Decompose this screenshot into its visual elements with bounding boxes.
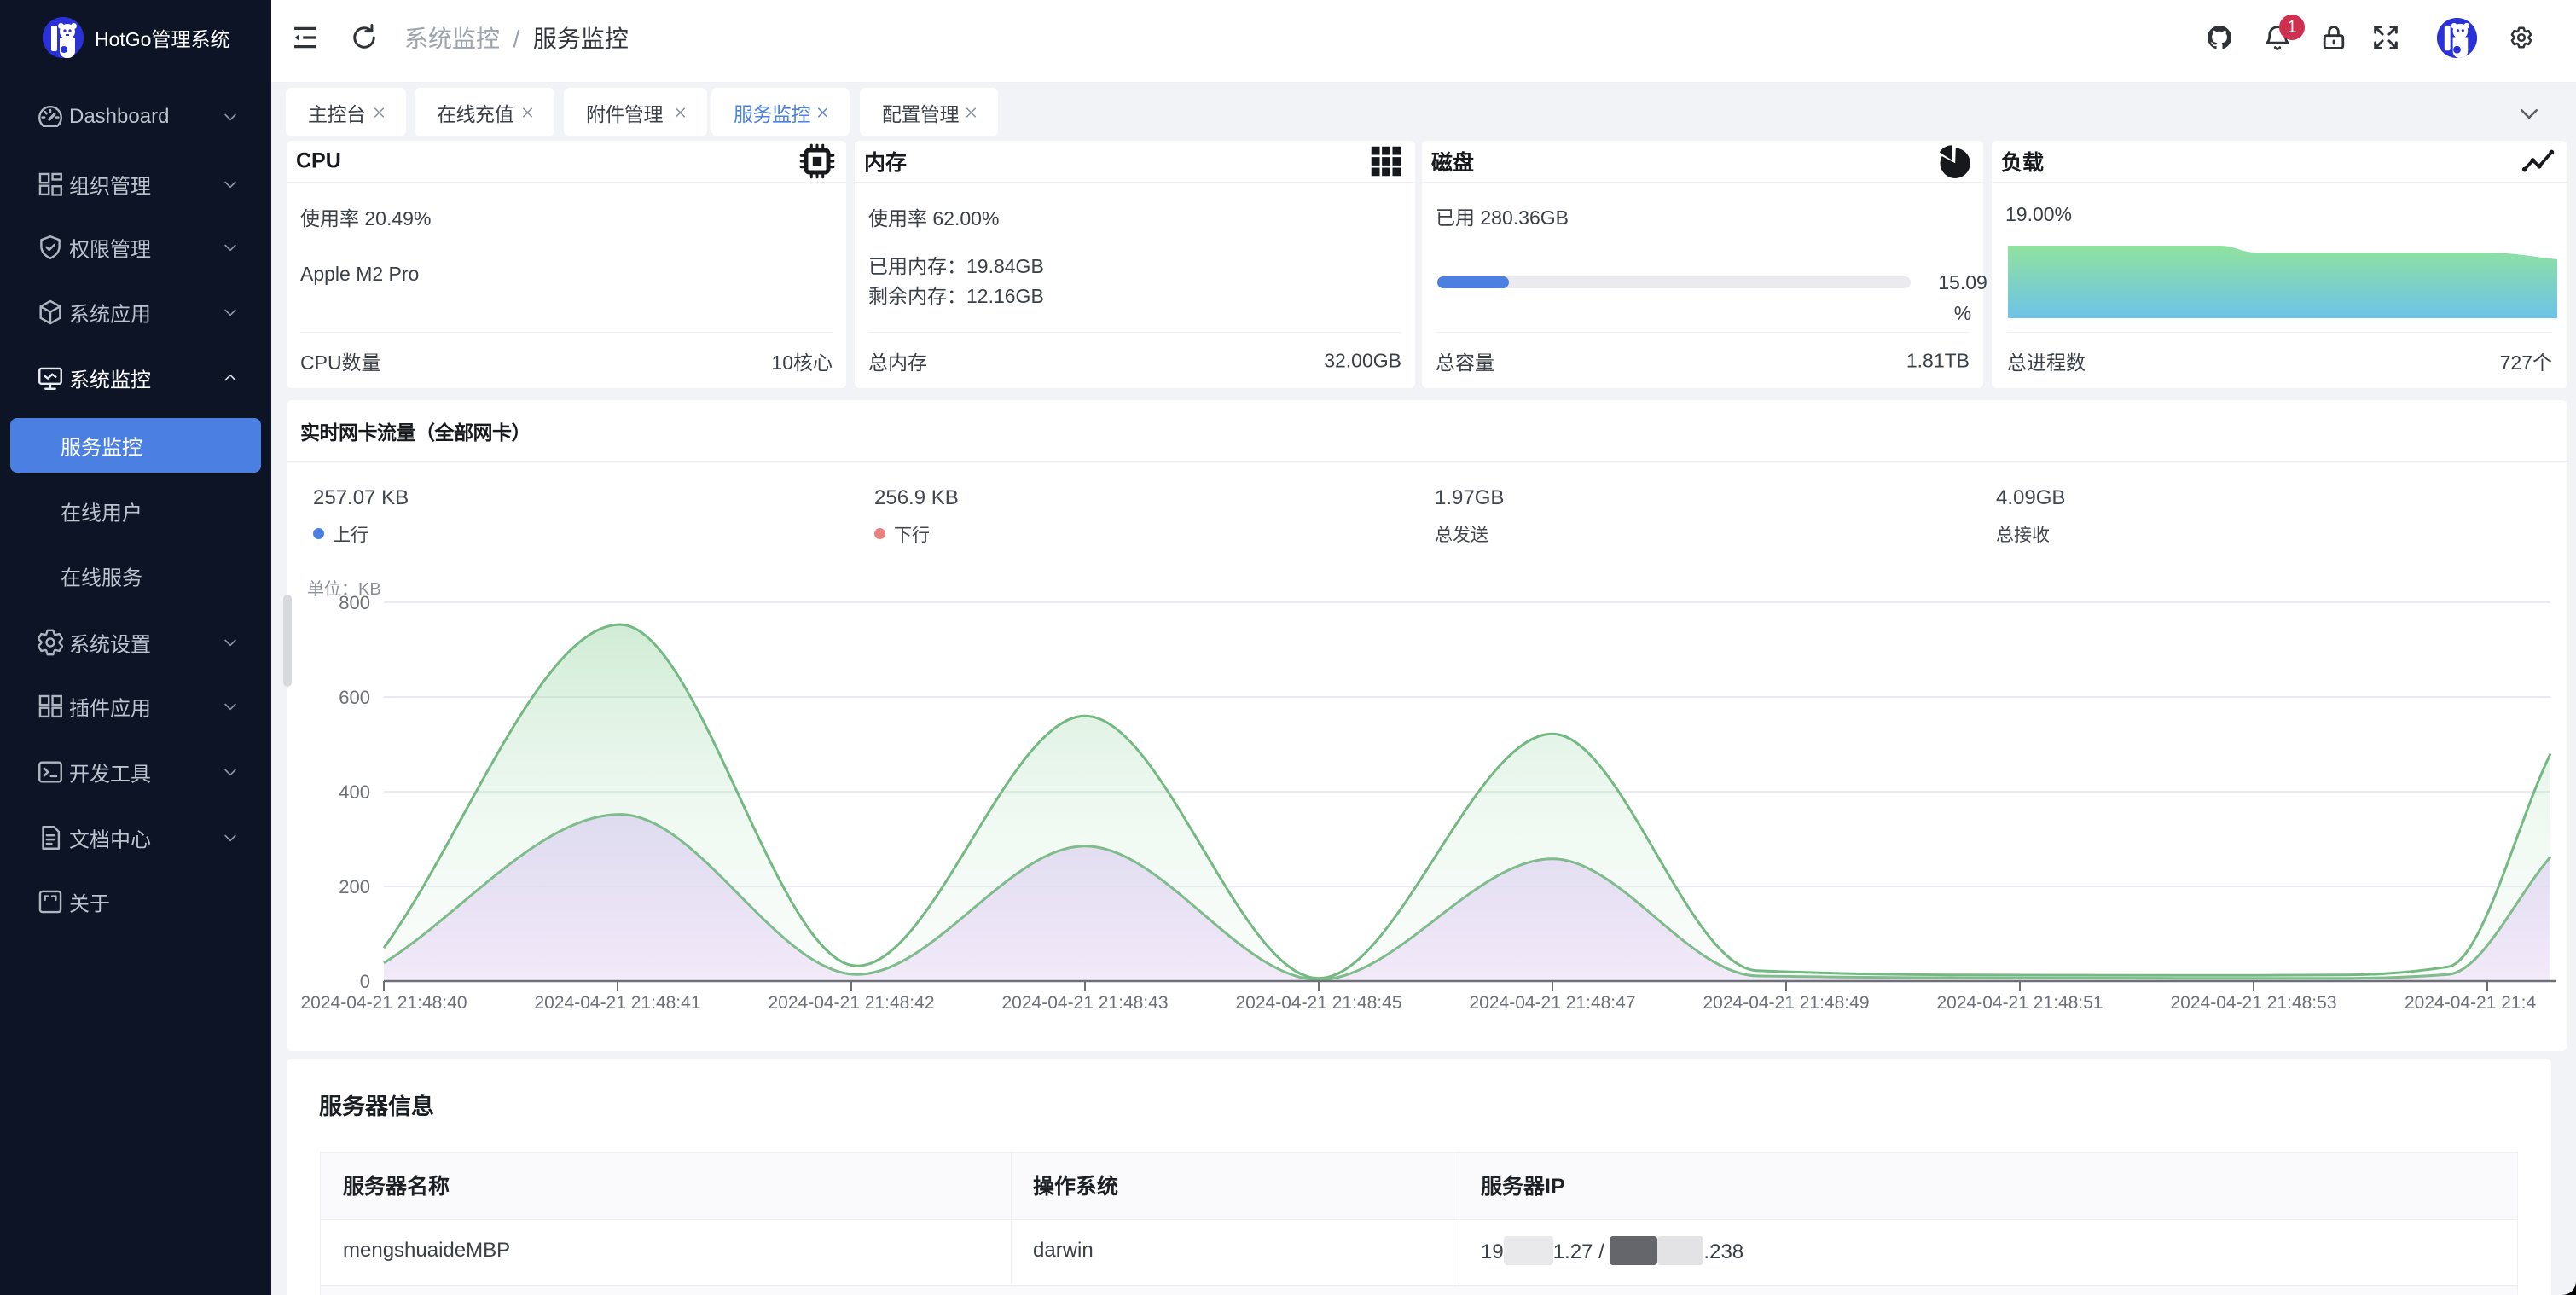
svg-text:2024-04-21 21:4: 2024-04-21 21:4	[2405, 993, 2536, 1013]
svg-text:2024-04-21 21:48:47: 2024-04-21 21:48:47	[1470, 993, 1636, 1013]
svg-text:600: 600	[339, 687, 370, 708]
svg-text:0: 0	[360, 971, 370, 992]
svg-text:2024-04-21 21:48:53: 2024-04-21 21:48:53	[2171, 993, 2337, 1013]
svg-text:2024-04-21 21:48:43: 2024-04-21 21:48:43	[1002, 993, 1169, 1013]
svg-text:2024-04-21 21:48:49: 2024-04-21 21:48:49	[1703, 993, 1870, 1013]
svg-text:200: 200	[339, 876, 370, 897]
svg-text:2024-04-21 21:48:45: 2024-04-21 21:48:45	[1236, 993, 1402, 1013]
svg-text:2024-04-21 21:48:41: 2024-04-21 21:48:41	[535, 993, 701, 1013]
svg-text:2024-04-21 21:48:42: 2024-04-21 21:48:42	[769, 993, 935, 1013]
svg-text:2024-04-21 21:48:51: 2024-04-21 21:48:51	[1937, 993, 2103, 1013]
svg-text:400: 400	[339, 781, 370, 803]
svg-text:800: 800	[339, 592, 370, 613]
svg-text:2024-04-21 21:48:40: 2024-04-21 21:48:40	[301, 993, 467, 1013]
